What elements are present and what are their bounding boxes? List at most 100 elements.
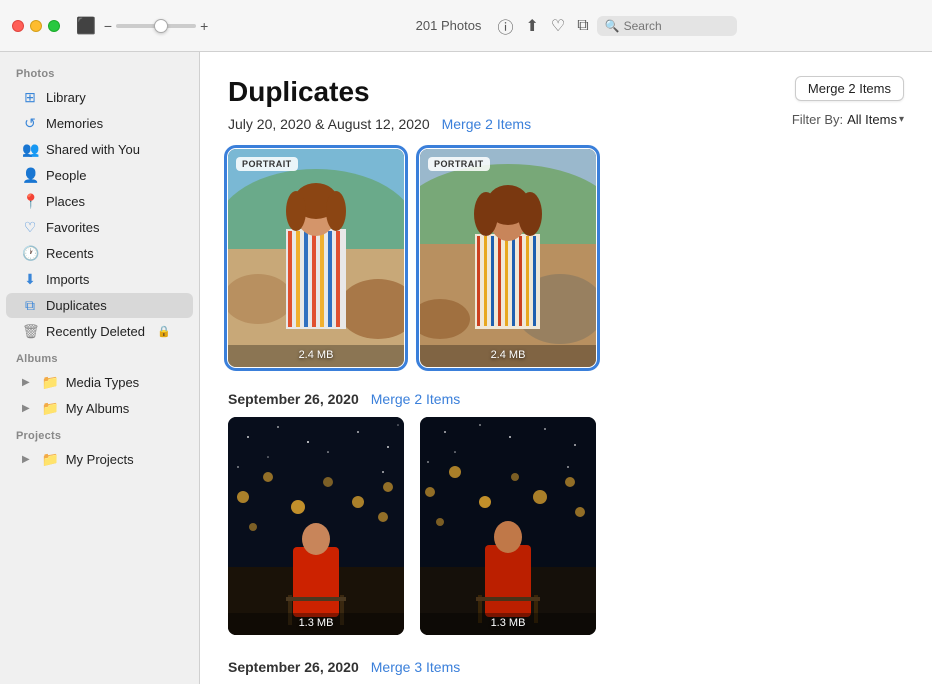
photo-image-2: [420, 149, 596, 367]
sidebar-label-imports: Imports: [46, 272, 89, 287]
slider-thumb[interactable]: [154, 19, 168, 33]
photo-card-2[interactable]: PORTRAIT 2.4 MB: [420, 149, 596, 367]
sidebar-section-projects: Projects: [0, 422, 199, 446]
sidebar-item-recents[interactable]: 🕐 Recents: [6, 241, 193, 266]
photo-grid-2: 1.3 MB: [228, 417, 904, 635]
photo-card-3[interactable]: 1.3 MB: [228, 417, 404, 635]
merge-button-main[interactable]: Merge 2 Items: [795, 76, 904, 101]
photo-grid-1: PORTRAIT 2.4 MB: [228, 149, 904, 367]
sidebar-label-favorites: Favorites: [46, 220, 99, 235]
toolbar-icons-right: ⓘ ⬆ ♡ ⧉: [497, 14, 588, 38]
merge-link-third[interactable]: Merge 3 Items: [371, 659, 460, 675]
page-header: Duplicates Merge 2 Items: [228, 76, 904, 108]
imports-icon: ⬇: [22, 271, 38, 288]
heart-toolbar-icon[interactable]: ♡: [551, 16, 565, 36]
search-icon: 🔍: [605, 19, 620, 33]
search-input[interactable]: [624, 19, 729, 33]
sidebar-item-media-types[interactable]: ▶ 📁 Media Types: [6, 370, 193, 395]
search-bar[interactable]: 🔍: [597, 16, 737, 36]
third-group-date: September 26, 2020: [228, 659, 359, 675]
photo-size-4: 1.3 MB: [420, 617, 596, 629]
photo-group-1: PORTRAIT 2.4 MB: [228, 149, 904, 367]
info-icon[interactable]: ⓘ: [497, 14, 513, 38]
memories-icon: ↺: [22, 115, 38, 132]
photo-group-3: September 26, 2020 Merge 3 Items: [228, 659, 904, 675]
second-date-row: September 26, 2020 Merge 2 Items: [228, 391, 904, 407]
sidebar-item-imports[interactable]: ⬇ Imports: [6, 267, 193, 292]
main-layout: Photos ⊞ Library ↺ Memories 👥 Shared wit…: [0, 52, 932, 684]
sidebar-section-albums: Albums: [0, 345, 199, 369]
title-bar-center: 201 Photos ⓘ ⬆ ♡ ⧉ 🔍: [216, 14, 920, 38]
merge-link-first[interactable]: Merge 2 Items: [442, 116, 531, 132]
sidebar-item-library[interactable]: ⊞ Library: [6, 85, 193, 110]
grid-icon: ⊞: [22, 89, 38, 106]
sidebar-item-people[interactable]: 👤 People: [6, 163, 193, 188]
slider-track[interactable]: [116, 24, 196, 28]
sidebar-label-duplicates: Duplicates: [46, 298, 107, 313]
photo-image-1: [228, 149, 404, 367]
filter-label: Filter By:: [792, 112, 843, 127]
folder-media-icon: 📁: [42, 374, 58, 391]
sidebar-label-recently-deleted: Recently Deleted: [46, 324, 145, 339]
trash-icon: 🗑: [22, 323, 38, 340]
maximize-button[interactable]: [48, 20, 60, 32]
photo-size-1: 2.4 MB: [228, 349, 404, 361]
sidebar: Photos ⊞ Library ↺ Memories 👥 Shared wit…: [0, 52, 200, 684]
sidebar-label-media-types: Media Types: [66, 375, 139, 390]
page-title: Duplicates: [228, 76, 370, 108]
sidebar-item-favorites[interactable]: ♡ Favorites: [6, 215, 193, 240]
sidebar-item-memories[interactable]: ↺ Memories: [6, 111, 193, 136]
first-date-row: July 20, 2020 & August 12, 2020 Merge 2 …: [228, 116, 531, 132]
recents-icon: 🕐: [22, 245, 38, 262]
sidebar-item-my-albums[interactable]: ▶ 📁 My Albums: [6, 396, 193, 421]
sidebar-label-shared: Shared with You: [46, 142, 140, 157]
zoom-in-icon[interactable]: +: [200, 18, 208, 34]
places-icon: 📍: [22, 193, 38, 210]
merge-link-second[interactable]: Merge 2 Items: [371, 391, 460, 407]
photo-badge-1: PORTRAIT: [236, 157, 298, 171]
photo-group-2: September 26, 2020 Merge 2 Items: [228, 391, 904, 635]
sidebar-item-my-projects[interactable]: ▶ 📁 My Projects: [6, 447, 193, 472]
sidebar-section-photos: Photos: [0, 60, 199, 84]
sidebar-item-recently-deleted[interactable]: 🗑 Recently Deleted 🔒: [6, 319, 193, 344]
expand-arrow-my-albums: ▶: [22, 403, 30, 414]
sidebar-label-library: Library: [46, 90, 86, 105]
traffic-lights: [12, 20, 60, 32]
photo-count: 201 Photos: [416, 18, 482, 33]
rotate-icon[interactable]: ⧉: [577, 17, 588, 35]
photo-size-3: 1.3 MB: [228, 617, 404, 629]
filter-value[interactable]: All Items: [847, 112, 897, 127]
filter-chevron-icon: ▾: [899, 114, 904, 125]
expand-arrow-my-projects: ▶: [22, 454, 30, 465]
photo-size-2: 2.4 MB: [420, 349, 596, 361]
minimize-button[interactable]: [30, 20, 42, 32]
photo-card-1[interactable]: PORTRAIT 2.4 MB: [228, 149, 404, 367]
photo-card-4[interactable]: 1.3 MB: [420, 417, 596, 635]
favorites-icon: ♡: [22, 219, 38, 236]
close-button[interactable]: [12, 20, 24, 32]
sidebar-label-people: People: [46, 168, 86, 183]
sidebar-label-my-projects: My Projects: [66, 452, 134, 467]
folder-albums-icon: 📁: [42, 400, 58, 417]
zoom-out-icon[interactable]: −: [104, 18, 112, 34]
people-icon: 👤: [22, 167, 38, 184]
lock-icon: 🔒: [157, 325, 171, 338]
sidebar-label-memories: Memories: [46, 116, 103, 131]
photo-image-3: [228, 417, 404, 635]
filter-row: Filter By: All Items ▾: [792, 112, 904, 127]
sidebar-item-shared[interactable]: 👥 Shared with You: [6, 137, 193, 162]
sidebar-item-places[interactable]: 📍 Places: [6, 189, 193, 214]
duplicates-icon: ⧉: [22, 297, 38, 314]
zoom-slider[interactable]: − +: [104, 18, 208, 34]
third-date-row: September 26, 2020 Merge 3 Items: [228, 659, 904, 675]
sidebar-label-my-albums: My Albums: [66, 401, 130, 416]
sidebar-label-places: Places: [46, 194, 85, 209]
sidebar-item-duplicates[interactable]: ⧉ Duplicates: [6, 293, 193, 318]
expand-arrow-media-types: ▶: [22, 377, 30, 388]
content-area: Duplicates Merge 2 Items July 20, 2020 &…: [200, 52, 932, 684]
photo-badge-2: PORTRAIT: [428, 157, 490, 171]
slideshow-icon[interactable]: ⬛: [76, 16, 96, 36]
sidebar-label-recents: Recents: [46, 246, 94, 261]
title-bar: ⬛ − + 201 Photos ⓘ ⬆ ♡ ⧉ 🔍: [0, 0, 932, 52]
share-icon[interactable]: ⬆: [525, 16, 538, 36]
